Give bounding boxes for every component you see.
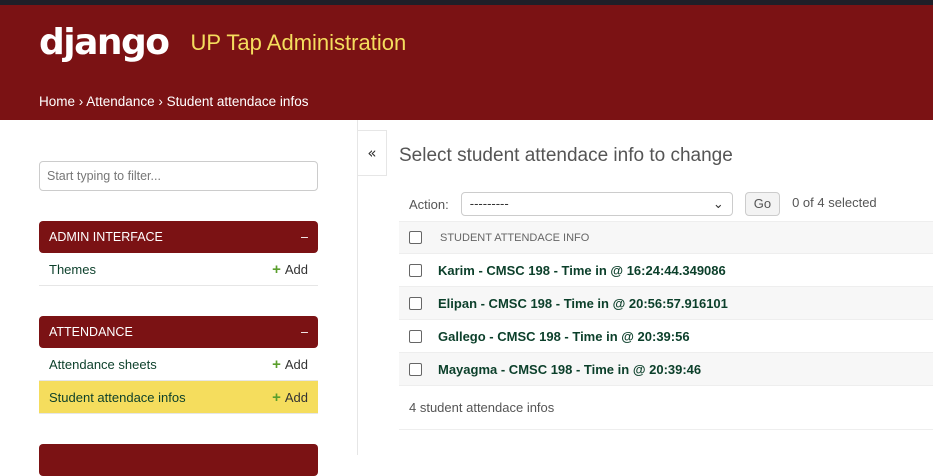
row-checkbox[interactable] [409,263,422,277]
module-attendance: ATTENDANCE – Attendance sheets + Add Studen… [39,316,318,414]
paginator: 4 student attendace infos [399,386,933,430]
row-link[interactable]: Gallego - CMSC 198 - Time in @ 20:39:56 [438,329,690,344]
module-title: ATTENDANCE [49,325,133,339]
breadcrumb-sep: › [75,94,87,109]
sidebar-item-label[interactable]: Attendance sheets [49,357,157,372]
action-select[interactable]: --------- ⌄ [460,192,733,216]
sidebar-item-label[interactable]: Themes [49,262,96,277]
table-row: Elipan - CMSC 198 - Time in @ 20:56:57.9… [399,287,933,320]
breadcrumb-sep: › [154,94,167,109]
collapse-icon[interactable]: – [301,316,308,348]
breadcrumb-attendance[interactable]: Attendance [86,94,154,109]
action-select-value: --------- [469,196,509,211]
row-link[interactable]: Elipan - CMSC 198 - Time in @ 20:56:57.9… [438,296,728,311]
selected-count: 0 of 4 selected [792,194,877,210]
page-title: Select student attendace info to change [399,145,733,166]
module-title: ADMIN INTERFACE [49,230,163,244]
breadcrumb-current: Student attendace infos [166,94,309,109]
plus-icon: + [272,388,281,406]
django-logo[interactable]: django [39,22,170,63]
action-label: Action: [409,196,449,212]
table-row: Karim - CMSC 198 - Time in @ 16:24:44.34… [399,254,933,287]
chevron-down-icon: ⌄ [712,196,724,211]
row-checkbox[interactable] [409,329,422,343]
module-admin-interface: ADMIN INTERFACE – Themes + Add [39,221,318,286]
collapse-icon[interactable]: – [301,221,308,253]
select-all-checkbox[interactable] [409,231,422,244]
add-button[interactable]: + Add [272,356,308,373]
sidebar-item-label[interactable]: Student attendace infos [49,390,186,405]
sidebar-item-attendance-sheets[interactable]: Attendance sheets + Add [39,348,318,381]
sidebar: Start typing to filter... ADMIN INTERFAC… [0,120,358,476]
column-header[interactable]: STUDENT ATTENDACE INFO [440,232,589,244]
table-header: STUDENT ATTENDACE INFO [399,221,933,254]
row-link[interactable]: Karim - CMSC 198 - Time in @ 16:24:44.34… [438,263,726,278]
toggle-sidebar-button[interactable]: « [358,130,387,176]
breadcrumb: Home › Attendance › Student attendace in… [0,85,933,120]
row-checkbox[interactable] [409,296,422,310]
add-button[interactable]: + Add [272,261,308,278]
add-label: Add [284,356,308,372]
add-label: Add [284,389,308,405]
module-next [39,444,318,476]
breadcrumb-home[interactable]: Home [39,94,75,109]
header: django UP Tap Administration [0,5,933,85]
table-row: Gallego - CMSC 198 - Time in @ 20:39:56 [399,320,933,353]
site-title[interactable]: UP Tap Administration [191,30,407,56]
actions-bar: Action: --------- ⌄ Go 0 of 4 selected [399,187,933,221]
row-checkbox[interactable] [409,362,422,376]
plus-icon: + [272,260,281,278]
plus-icon: + [272,355,281,373]
row-link[interactable]: Mayagma - CMSC 198 - Time in @ 20:39:46 [438,362,701,377]
filter-input[interactable]: Start typing to filter... [39,161,318,191]
module-header[interactable]: ATTENDANCE – [39,316,318,348]
module-header[interactable] [39,444,318,476]
main-content: Select student attendace info to change … [399,120,933,430]
results-table: STUDENT ATTENDACE INFO Karim - CMSC 198 … [399,221,933,430]
add-label: Add [284,261,308,277]
go-button[interactable]: Go [744,192,781,216]
table-row: Mayagma - CMSC 198 - Time in @ 20:39:46 [399,353,933,386]
module-header[interactable]: ADMIN INTERFACE – [39,221,318,253]
sidebar-item-themes[interactable]: Themes + Add [39,253,318,286]
add-button[interactable]: + Add [272,389,308,406]
sidebar-item-student-attendace-infos[interactable]: Student attendace infos + Add [39,381,318,414]
